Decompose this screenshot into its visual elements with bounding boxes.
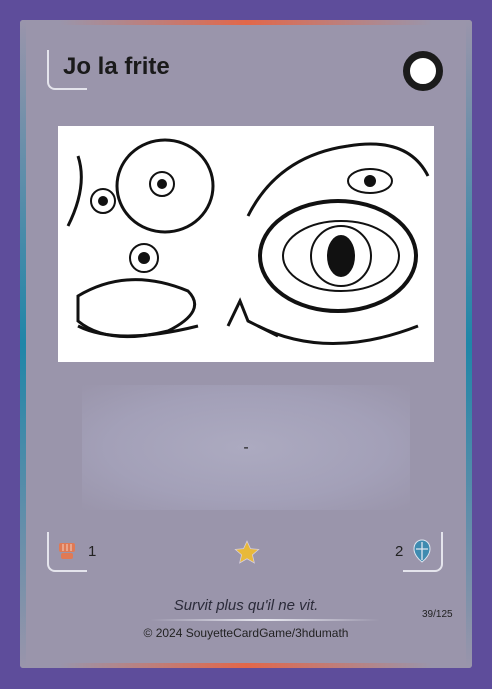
defense-value: 2 [395, 543, 404, 560]
fist-icon [59, 543, 75, 559]
card-artwork [58, 126, 434, 362]
attack-value: 1 [88, 543, 97, 560]
cost-circle-icon [403, 51, 443, 91]
card-edge-left [20, 20, 26, 668]
top-accent [60, 20, 432, 25]
card-title: Jo la frite [63, 53, 170, 80]
shield-icon [413, 539, 431, 563]
card-edge-right [466, 20, 472, 668]
card-number: 39/125 [422, 609, 453, 620]
effect-text-box: - [82, 385, 410, 510]
star-icon [234, 540, 260, 564]
copyright: © 2024 SouyetteCardGame/3hdumath [143, 626, 349, 640]
divider [150, 619, 380, 621]
bottom-accent [60, 663, 432, 668]
flavor-text: Survit plus qu'il ne vit. [173, 597, 319, 614]
card: Jo la frite - 1 2 Survit plus qu'il ne v… [20, 20, 472, 668]
